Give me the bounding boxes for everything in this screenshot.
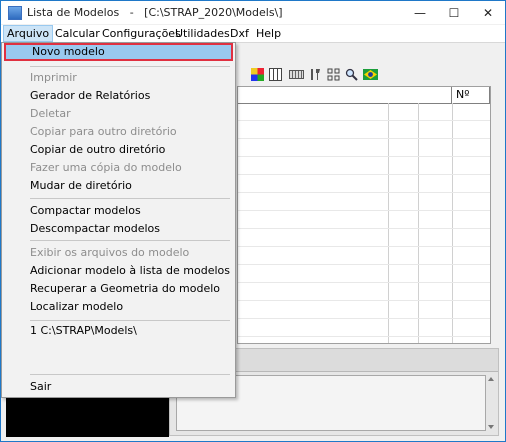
- table-row[interactable]: [238, 247, 490, 265]
- title-bar[interactable]: Lista de Modelos - [C:\STRAP_2020\Models…: [1, 1, 505, 24]
- menu-item-mudar-de-diretorio[interactable]: Mudar de diretório: [4, 177, 233, 195]
- table-row[interactable]: [238, 229, 490, 247]
- minimize-button[interactable]: —: [403, 1, 437, 24]
- menu-item-fazer-copia-do-modelo[interactable]: Fazer uma cópia do modelo: [4, 159, 233, 177]
- menu-separator: [30, 66, 230, 67]
- menu-bar: Arquivo Calcular Configurações Utilidade…: [1, 25, 505, 43]
- menu-item-gerador-de-relatorios[interactable]: Gerador de Relatórios: [4, 87, 233, 105]
- app-icon: [8, 6, 22, 20]
- table-row[interactable]: [238, 211, 490, 229]
- table-row[interactable]: [238, 193, 490, 211]
- table-row[interactable]: [238, 157, 490, 175]
- brazil-flag-icon[interactable]: [363, 69, 378, 80]
- window-title: Lista de Modelos - [C:\STRAP_2020\Models…: [27, 6, 283, 19]
- menu-item-copiar-de-outro-diretorio[interactable]: Copiar de outro diretório: [4, 141, 233, 159]
- menu-item-adicionar-modelo-a-lista[interactable]: Adicionar modelo à lista de modelos: [4, 262, 233, 280]
- table-header: Nº: [238, 87, 490, 104]
- table-row[interactable]: [238, 283, 490, 301]
- menu-separator: [30, 320, 230, 321]
- keyboard-icon[interactable]: [289, 70, 304, 79]
- menu-separator: [30, 374, 230, 375]
- menu-calcular[interactable]: Calcular: [52, 25, 103, 42]
- table-row[interactable]: [238, 175, 490, 193]
- table-row[interactable]: [238, 139, 490, 157]
- table-row[interactable]: [238, 301, 490, 319]
- grid-icon[interactable]: [269, 68, 282, 81]
- menu-item-localizar-modelo[interactable]: Localizar modelo: [4, 298, 233, 316]
- menu-item-exibir-arquivos-do-modelo[interactable]: Exibir os arquivos do modelo: [4, 244, 233, 262]
- app-window: Lista de Modelos - [C:\STRAP_2020\Models…: [0, 0, 506, 442]
- models-table[interactable]: Nº: [237, 86, 491, 344]
- menu-arquivo[interactable]: Arquivo: [3, 25, 54, 42]
- table-row[interactable]: [238, 103, 490, 121]
- menu-item-recent-file-1[interactable]: 1 C:\STRAP\Models\: [4, 322, 233, 340]
- toolbar: [237, 64, 505, 86]
- menu-item-compactar-modelos[interactable]: Compactar modelos: [4, 202, 233, 220]
- table-scrollbar[interactable]: [491, 86, 505, 344]
- settings-grid-icon[interactable]: [327, 68, 340, 81]
- menu-help[interactable]: Help: [253, 25, 284, 42]
- menu-item-copiar-para-outro-diretorio[interactable]: Copiar para outro diretório: [4, 123, 233, 141]
- number-column-header[interactable]: Nº: [452, 87, 490, 103]
- tools-icon[interactable]: [309, 68, 322, 81]
- menu-item-sair[interactable]: Sair: [4, 378, 233, 396]
- menu-separator: [30, 198, 230, 199]
- preview-panel: [6, 397, 169, 437]
- palette-icon[interactable]: [251, 68, 264, 81]
- table-row[interactable]: [238, 265, 490, 283]
- menu-item-imprimir[interactable]: Imprimir: [4, 69, 233, 87]
- table-row[interactable]: [238, 319, 490, 337]
- close-button[interactable]: ✕: [471, 1, 505, 24]
- menu-dxf[interactable]: Dxf: [227, 25, 252, 42]
- table-row[interactable]: [238, 121, 490, 139]
- magnifier-icon[interactable]: [345, 68, 358, 81]
- maximize-button[interactable]: ☐: [437, 1, 471, 24]
- arquivo-dropdown-menu: Novo modelo Imprimir Gerador de Relatóri…: [1, 42, 236, 398]
- menu-item-recuperar-geometria[interactable]: Recuperar a Geometria do modelo: [4, 280, 233, 298]
- menu-item-deletar[interactable]: Deletar: [4, 105, 233, 123]
- menu-item-novo-modelo[interactable]: Novo modelo: [4, 43, 233, 61]
- menu-utilidades[interactable]: Utilidades: [172, 25, 233, 42]
- menu-separator: [30, 240, 230, 241]
- details-scrollbar[interactable]: [486, 375, 496, 431]
- table-header-blank[interactable]: [238, 87, 452, 103]
- menu-item-descompactar-modelos[interactable]: Descompactar modelos: [4, 220, 233, 238]
